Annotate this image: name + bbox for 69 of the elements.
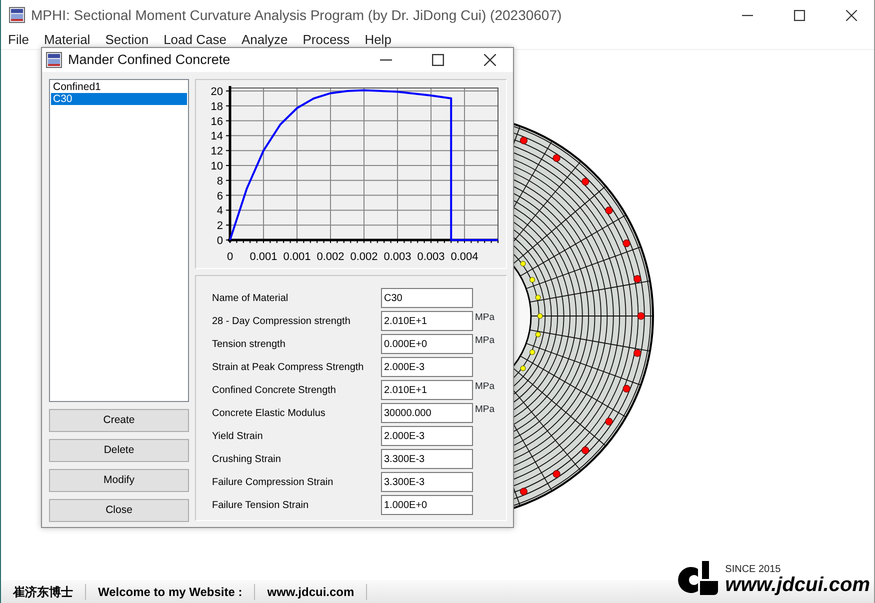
- tick-label: 0.004: [450, 251, 478, 263]
- tick-label: 0.002: [350, 251, 378, 263]
- since-text: SINCE 2015: [725, 565, 782, 575]
- field-label: Concrete Elastic Modulus: [212, 406, 326, 420]
- tick-label: 4: [216, 205, 223, 218]
- tick-label: 14: [210, 130, 223, 143]
- window-title: MPHI: Sectional Moment Curvature Analysis Program (by Dr. JiDong Cui) (20230607): [31, 6, 563, 25]
- unit-label: MPa: [475, 403, 495, 417]
- field-label: Confined Concrete Strength: [212, 384, 337, 398]
- dialog-button[interactable]: Modify: [49, 469, 189, 492]
- dialog-button[interactable]: Close: [49, 499, 189, 522]
- maximize-icon: [432, 54, 444, 66]
- tick-label: 20: [210, 86, 223, 98]
- close-icon: [484, 54, 496, 66]
- field-label: 28 - Day Compression strength: [212, 314, 352, 328]
- list-item[interactable]: Confined1: [51, 81, 187, 93]
- list-item[interactable]: C30: [51, 93, 187, 105]
- tick-label: 0.003: [384, 251, 412, 263]
- field-label: Name of Material: [212, 292, 290, 306]
- field-label: Failure Tension Strain: [212, 498, 310, 512]
- tick-label: 18: [210, 100, 223, 113]
- tick-label: 0.003: [417, 251, 445, 263]
- status-text: 崔济东博士: [1, 584, 86, 600]
- input-field[interactable]: 3.300E-3: [381, 449, 473, 469]
- status-text: Welcome to my Website :: [86, 584, 256, 600]
- app-icon: [46, 52, 62, 68]
- input-field[interactable]: C30: [381, 288, 473, 308]
- tick-label: 0.001: [250, 251, 278, 263]
- dialog-title: Mander Confined Concrete: [68, 50, 232, 69]
- input-field[interactable]: 2.010E+1: [381, 311, 473, 331]
- menu-item[interactable]: Process: [296, 30, 358, 48]
- input-field[interactable]: 2.000E-3: [381, 426, 473, 446]
- input-field[interactable]: 1.000E+0: [381, 495, 473, 515]
- field-label: Yield Strain: [212, 430, 264, 444]
- input-field[interactable]: 2.010E+1: [381, 380, 473, 400]
- unit-label: MPa: [475, 380, 495, 394]
- app-icon: [9, 7, 25, 23]
- maximize-icon: [794, 10, 804, 20]
- menu-item[interactable]: Section: [98, 30, 157, 48]
- field-label: Tension strength: [212, 338, 286, 352]
- unit-label: MPa: [475, 311, 495, 325]
- website-text: www.jdcui.com: [725, 575, 870, 595]
- tick-label: 0: [226, 251, 234, 263]
- input-field[interactable]: 0.000E+0: [381, 334, 473, 354]
- tick-label: 10: [210, 160, 223, 172]
- input-field[interactable]: 2.000E-3: [381, 357, 473, 377]
- tick-label: 6: [216, 190, 223, 202]
- field-label: Failure Compression Strain: [212, 476, 334, 490]
- tick-label: 8: [216, 175, 223, 188]
- unit-label: MPa: [475, 334, 495, 348]
- close-icon: [846, 10, 856, 20]
- input-field[interactable]: 3.300E-3: [381, 472, 473, 492]
- field-label: Strain at Peak Compress Strength: [212, 360, 365, 374]
- input-field[interactable]: 30000.000: [381, 403, 473, 423]
- tick-label: 0: [216, 235, 223, 247]
- tick-label: 0.002: [316, 251, 344, 263]
- field-label: Crushing Strain: [212, 452, 282, 466]
- menu-item[interactable]: Material: [36, 30, 98, 48]
- menu-item[interactable]: Help: [358, 30, 400, 48]
- tick-label: 0.001: [283, 251, 311, 263]
- dialog-button[interactable]: Delete: [49, 439, 189, 462]
- tick-label: 16: [210, 116, 223, 128]
- menu-item[interactable]: Analyze: [234, 30, 296, 48]
- tick-label: 2: [216, 220, 223, 232]
- dialog-button[interactable]: Create: [49, 409, 189, 432]
- tick-label: 12: [210, 146, 223, 158]
- status-text: www.jdcui.com: [255, 584, 368, 600]
- menu-item[interactable]: Load Case: [156, 30, 234, 48]
- menu-item[interactable]: File: [1, 30, 37, 48]
